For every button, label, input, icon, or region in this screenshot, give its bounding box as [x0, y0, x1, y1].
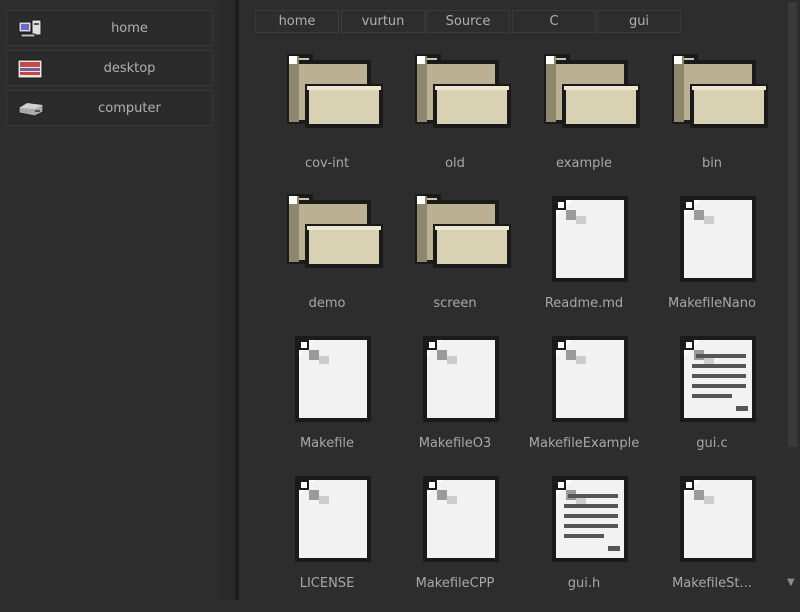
file-name-label: cov-int: [304, 156, 350, 171]
file-item-gui-h[interactable]: gui.h: [520, 472, 648, 612]
file-icon: [285, 332, 385, 422]
folder-item-old[interactable]: old: [391, 52, 519, 192]
file-item-makefileo3[interactable]: MakefileO3: [391, 332, 519, 472]
main-scrollbar[interactable]: ▼: [784, 0, 800, 600]
folder-icon: [413, 52, 513, 142]
file-name-label: bin: [701, 156, 723, 171]
scroll-down-arrow[interactable]: ▼: [787, 578, 797, 588]
sidebar-item-label: computer: [98, 101, 161, 116]
text-file-icon: [670, 332, 770, 422]
file-item-gui-c[interactable]: gui.c: [648, 332, 776, 472]
folder-icon: [413, 192, 513, 282]
sidebar-item-desktop[interactable]: desktop: [6, 50, 213, 86]
folder-item-cov-int[interactable]: cov-int: [263, 52, 391, 192]
folder-item-demo[interactable]: demo: [263, 192, 391, 332]
file-browser-main: home vurtun Source C gui cov-int old exa…: [239, 0, 784, 600]
file-name-label: MakefileExample: [528, 436, 640, 451]
file-name-label: gui.h: [567, 576, 601, 591]
file-icon: [413, 332, 513, 422]
file-name-label: MakefileNano: [668, 296, 756, 311]
folder-item-example[interactable]: example: [520, 52, 648, 192]
breadcrumb-vurtun[interactable]: vurtun: [341, 10, 425, 33]
file-icon: [542, 192, 642, 282]
file-icon: [285, 472, 385, 562]
file-icon: [670, 472, 770, 562]
file-item-makefileexample[interactable]: MakefileExample: [520, 332, 648, 472]
text-file-icon: [542, 472, 642, 562]
file-item-makefilecpp[interactable]: MakefileCPP: [391, 472, 519, 612]
sidebar-scrollbar[interactable]: [220, 0, 235, 600]
file-item-makefilenano[interactable]: MakefileNano: [648, 192, 776, 332]
folder-icon: [670, 52, 770, 142]
breadcrumb-c[interactable]: C: [512, 10, 596, 33]
file-item-makefile[interactable]: Makefile: [263, 332, 391, 472]
sidebar: home desktop computer: [0, 0, 220, 600]
folder-icon: [285, 52, 385, 142]
breadcrumb-gui[interactable]: gui: [597, 10, 681, 33]
sidebar-item-label: home: [111, 21, 148, 36]
file-name-label: screen: [433, 296, 477, 311]
file-item-readme-md[interactable]: Readme.md: [520, 192, 648, 332]
file-name-label: Readme.md: [544, 296, 624, 311]
breadcrumb-source[interactable]: Source: [426, 10, 510, 33]
drive-icon: [18, 102, 44, 117]
file-item-license[interactable]: LICENSE: [263, 472, 391, 612]
file-name-label: demo: [308, 296, 346, 311]
file-icon: [670, 192, 770, 282]
folder-icon: [542, 52, 642, 142]
sidebar-item-computer[interactable]: computer: [6, 90, 213, 126]
folder-icon: [285, 192, 385, 282]
file-name-label: old: [445, 156, 465, 171]
scrollbar-thumb[interactable]: [788, 2, 797, 447]
folder-item-bin[interactable]: bin: [648, 52, 776, 192]
file-name-label: example: [556, 156, 612, 171]
file-name-label: MakefileCPP: [415, 576, 495, 591]
file-icon: [542, 332, 642, 422]
sidebar-item-home[interactable]: home: [6, 10, 213, 46]
file-name-label: Makefile: [299, 436, 355, 451]
file-name-label: gui.c: [696, 436, 728, 451]
breadcrumb-home[interactable]: home: [255, 10, 339, 33]
sidebar-item-label: desktop: [103, 61, 156, 76]
file-name-label: MakefileO3: [418, 436, 492, 451]
folder-item-screen[interactable]: screen: [391, 192, 519, 332]
home-computer-icon: [18, 19, 42, 38]
file-icon: [413, 472, 513, 562]
file-name-label: MakefileSt...: [672, 576, 752, 591]
desktop-icon: [17, 59, 43, 79]
file-item-makefilest[interactable]: MakefileSt...: [648, 472, 776, 612]
file-name-label: LICENSE: [299, 576, 355, 591]
